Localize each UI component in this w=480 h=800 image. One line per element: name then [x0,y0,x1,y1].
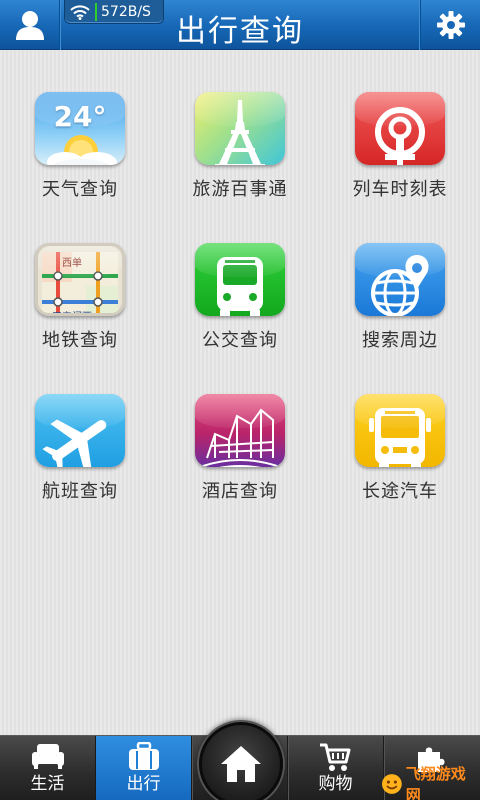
map-label-bottom: 天安门西 [52,308,92,313]
settings-button[interactable] [420,0,480,50]
hotel-building-icon [195,394,285,467]
nav-label: 出行 [126,774,161,794]
watermark: 飞翔游戏网 [380,765,480,800]
tile-label: 长途汽车 [362,481,438,502]
gear-icon [436,11,465,39]
nav-tab-travel[interactable]: 出行 [96,736,192,800]
briefcase-icon [129,742,159,770]
page-title: 出行查询 [176,14,304,49]
tile-nearby[interactable]: 搜索周边 [320,202,480,352]
service-grid: 24° 天气查询 旅游百事通 列车时刻表 西单 地铁查询 公交查询 搜索周边 航… [0,51,480,735]
tile-bus[interactable]: 公交查询 [160,202,320,352]
map-label-top: 西单 [62,258,82,269]
tile-subway[interactable]: 西单 天安门西 地铁查询 [0,202,160,352]
tile-label: 地铁查询 [42,330,118,351]
subway-map-icon: 西单 天安门西 [35,243,125,316]
tile-weather[interactable]: 24° 天气查询 [0,51,160,201]
eiffel-tower-icon [195,92,285,165]
tile-label: 搜索周边 [362,330,438,351]
tile-flight[interactable]: 航班查询 [0,353,160,503]
weather-icon: 24° [35,92,125,165]
tile-train[interactable]: 列车时刻表 [320,51,480,201]
tile-label: 航班查询 [42,481,118,502]
home-button[interactable] [199,722,283,800]
coach-bus-icon [355,394,445,467]
weather-temperature: 24° [53,100,107,133]
tile-hotel[interactable]: 酒店查询 [160,353,320,503]
nav-tab-shopping[interactable]: 购物 [288,736,384,800]
nav-label: 购物 [318,774,353,794]
railway-icon [355,92,445,165]
tile-label: 列车时刻表 [352,179,448,200]
top-app-bar: 572B/S 出行查询 [0,0,480,50]
tile-label: 天气查询 [42,179,118,200]
globe-pin-icon [355,243,445,316]
airplane-icon [35,394,125,467]
watermark-text: 飞翔游戏网 [405,765,466,800]
tile-label: 旅游百事通 [192,179,288,200]
cart-icon [320,743,351,771]
bus-icon [195,243,285,316]
nav-tab-life[interactable]: 生活 [0,736,96,800]
tile-label: 公交查询 [202,330,278,351]
nav-label: 生活 [30,774,65,794]
sofa-icon [32,744,64,769]
tile-travel[interactable]: 旅游百事通 [160,51,320,201]
tile-coach[interactable]: 长途汽车 [320,353,480,503]
tile-label: 酒店查询 [202,481,278,502]
smiley-logo-icon [381,774,402,794]
home-icon [221,746,261,782]
